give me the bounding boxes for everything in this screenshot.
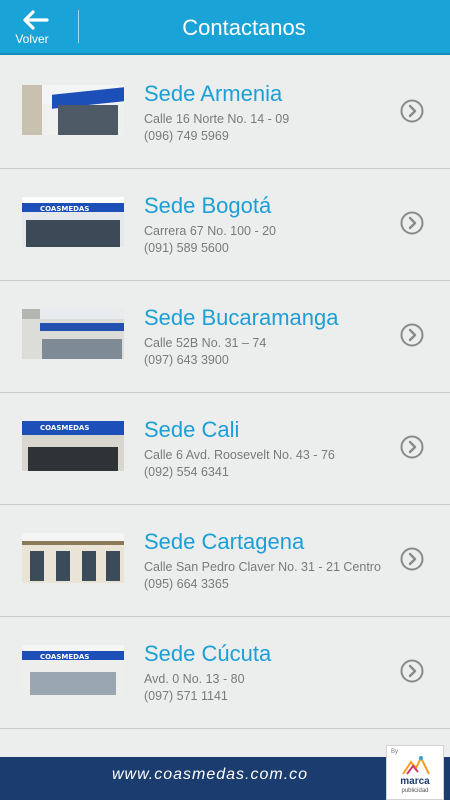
location-row-bogota[interactable]: COASMEDAS Sede Bogotá Carrera 67 No. 100… (0, 169, 450, 281)
badge-brand: marca (400, 776, 430, 787)
chevron-right-icon[interactable] (400, 659, 424, 683)
location-name: Sede Bucaramanga (144, 305, 339, 330)
location-phone: (097) 571 1141 (144, 689, 228, 703)
location-row-armenia[interactable]: Sede Armenia Calle 16 Norte No. 14 - 09 … (0, 57, 450, 169)
footer-website-link[interactable]: www.coasmedas.com.co (0, 757, 450, 793)
back-label: Volver (15, 32, 49, 46)
location-address: Avd. 0 No. 13 - 80 (144, 672, 245, 686)
page-title: Contactanos (182, 14, 306, 40)
location-phone: (096) 749 5969 (144, 129, 229, 143)
location-photo: COASMEDAS (22, 645, 124, 695)
location-address: Calle 52B No. 31 – 74 (144, 336, 267, 350)
location-row-cucuta[interactable]: COASMEDAS Sede Cúcuta Avd. 0 No. 13 - 80… (0, 617, 450, 729)
location-photo: COASMEDAS (22, 197, 124, 247)
marca-publicidad-badge[interactable]: By marca publicidad (386, 745, 444, 800)
location-name: Sede Bogotá (144, 193, 272, 218)
location-row-cali[interactable]: COASMEDAS Sede Cali Calle 6 Avd. Rooseve… (0, 393, 450, 505)
chevron-right-icon[interactable] (400, 323, 424, 347)
footer-bar: www.coasmedas.com.co (0, 757, 450, 800)
location-photo (22, 533, 124, 583)
location-name: Sede Cúcuta (144, 641, 272, 666)
location-list: Sede Armenia Calle 16 Norte No. 14 - 09 … (0, 57, 450, 757)
chevron-right-icon[interactable] (400, 435, 424, 459)
location-address: Calle 6 Avd. Roosevelt No. 43 - 76 (144, 448, 335, 462)
app-header: Volver Contactanos (0, 0, 450, 55)
location-phone: (097) 643 3900 (144, 353, 229, 367)
location-photo: COASMEDAS (22, 421, 124, 471)
chevron-right-icon[interactable] (400, 547, 424, 571)
location-photo (22, 309, 124, 359)
location-name: Sede Cali (144, 417, 240, 442)
sign-text: COASMEDAS (22, 421, 124, 435)
location-name: Sede Armenia (144, 81, 283, 106)
back-arrow-icon (23, 10, 49, 30)
location-phone: (092) 554 6341 (144, 465, 229, 479)
location-phone: (095) 664 3365 (144, 577, 229, 591)
badge-sub: publicidad (401, 788, 429, 794)
location-address: Calle San Pedro Claver No. 31 - 21 Centr… (144, 560, 381, 574)
back-button[interactable]: Volver (0, 0, 78, 55)
mountain-logo-icon (402, 755, 430, 775)
location-row-bucaramanga[interactable]: Sede Bucaramanga Calle 52B No. 31 – 74 (… (0, 281, 450, 393)
location-address: Calle 16 Norte No. 14 - 09 (144, 112, 290, 126)
chevron-right-icon[interactable] (400, 99, 424, 123)
location-phone: (091) 589 5600 (144, 241, 229, 255)
location-row-cartagena[interactable]: Sede Cartagena Calle San Pedro Claver No… (0, 505, 450, 617)
chevron-right-icon[interactable] (400, 211, 424, 235)
location-name: Sede Cartagena (144, 529, 305, 554)
location-photo (22, 85, 124, 135)
location-address: Carrera 67 No. 100 - 20 (144, 224, 277, 238)
